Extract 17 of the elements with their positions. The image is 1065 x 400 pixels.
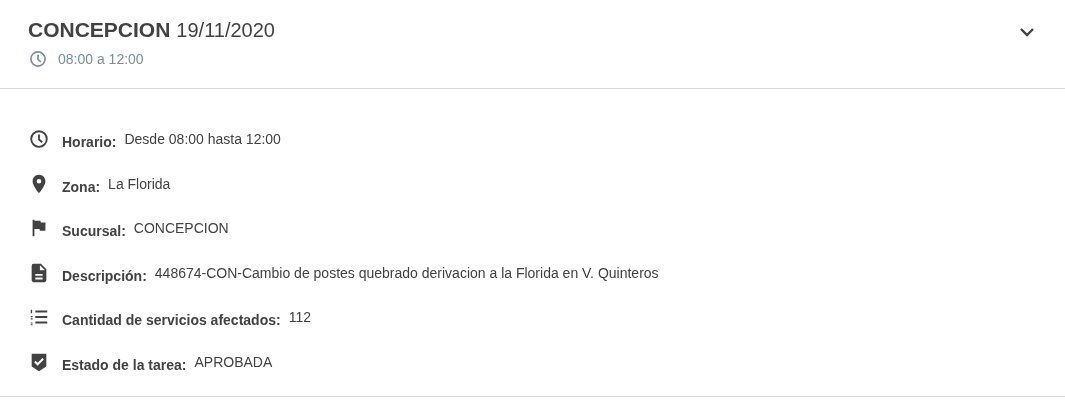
detail-value: Desde 08:00 hasta 12:00 [124, 131, 281, 148]
panel-date: 19/11/2020 [176, 19, 275, 42]
detail-value: La Florida [108, 175, 171, 192]
detail-value: CONCEPCION [133, 220, 229, 237]
detail-label: Cantidad de servicios afectados: [62, 312, 281, 329]
time-range: 08:00 a 12:00 [58, 51, 144, 67]
detail-label: Horario: [62, 134, 117, 151]
panel-title: CONCEPCION [28, 18, 171, 42]
clock-icon [28, 49, 48, 69]
detail-value: APROBADA [194, 353, 273, 370]
detail-label: Descripción: [62, 267, 147, 284]
detail-value: 112 [288, 309, 311, 326]
detail-value: 448674-CON-Cambio de postes quebrado derivacion a la Florida en V. Quinteros [154, 264, 659, 281]
detail-label: Sucursal: [62, 223, 126, 240]
detail-label: Estado de la tarea: [62, 356, 187, 373]
clock-icon [28, 128, 50, 151]
detail-label: Zona: [62, 178, 101, 195]
